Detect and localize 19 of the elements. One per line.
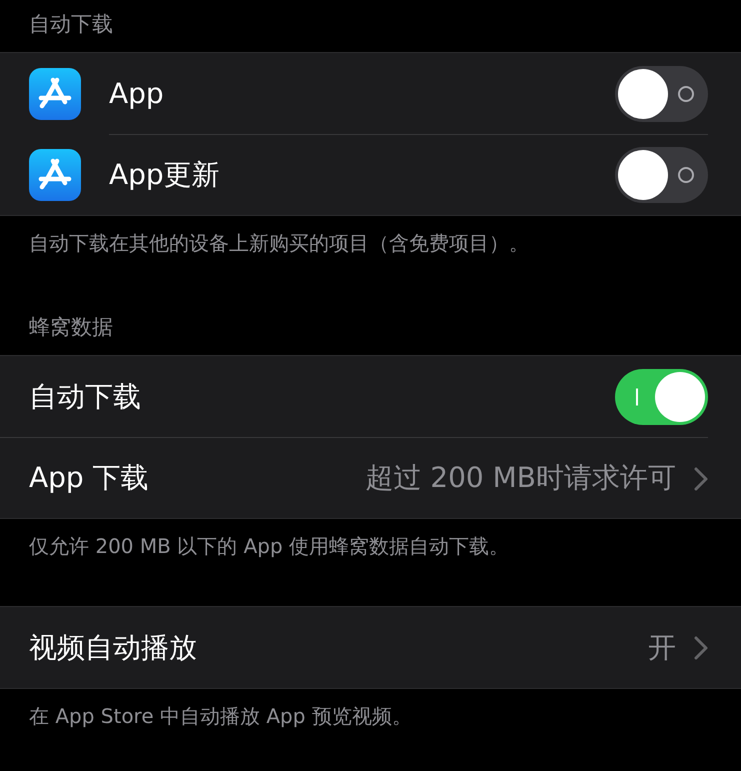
section-header: 蜂窝数据 xyxy=(29,314,113,342)
section-footer: 在 App Store 中自动播放 App 预览视频。 xyxy=(29,704,412,728)
row-value: 开 xyxy=(648,630,676,666)
section-footer: 自动下载在其他的设备上新购买的项目（含免费项目）。 xyxy=(29,231,529,255)
row-label: 自动下载 xyxy=(29,378,141,414)
chevron-icon xyxy=(694,466,708,490)
settings-row[interactable]: App 下载 超过 200 MB时请求许可 xyxy=(0,437,741,518)
settings-row[interactable]: App更新 xyxy=(0,134,741,215)
row-label: App xyxy=(109,76,164,112)
row-label: App 下载 xyxy=(29,460,149,496)
chevron-icon xyxy=(694,636,708,660)
settings-row[interactable]: 视频自动播放 开 xyxy=(0,607,741,688)
row-value: 超过 200 MB时请求许可 xyxy=(365,460,676,496)
settings-row[interactable]: App xyxy=(0,53,741,134)
row-label: App更新 xyxy=(109,157,220,193)
settings-row[interactable]: 自动下载 xyxy=(0,356,741,437)
row-label: 视频自动播放 xyxy=(29,630,197,666)
section-footer: 仅允许 200 MB 以下的 App 使用蜂窝数据自动下载。 xyxy=(29,534,510,558)
section-header: 自动下载 xyxy=(29,11,113,38)
